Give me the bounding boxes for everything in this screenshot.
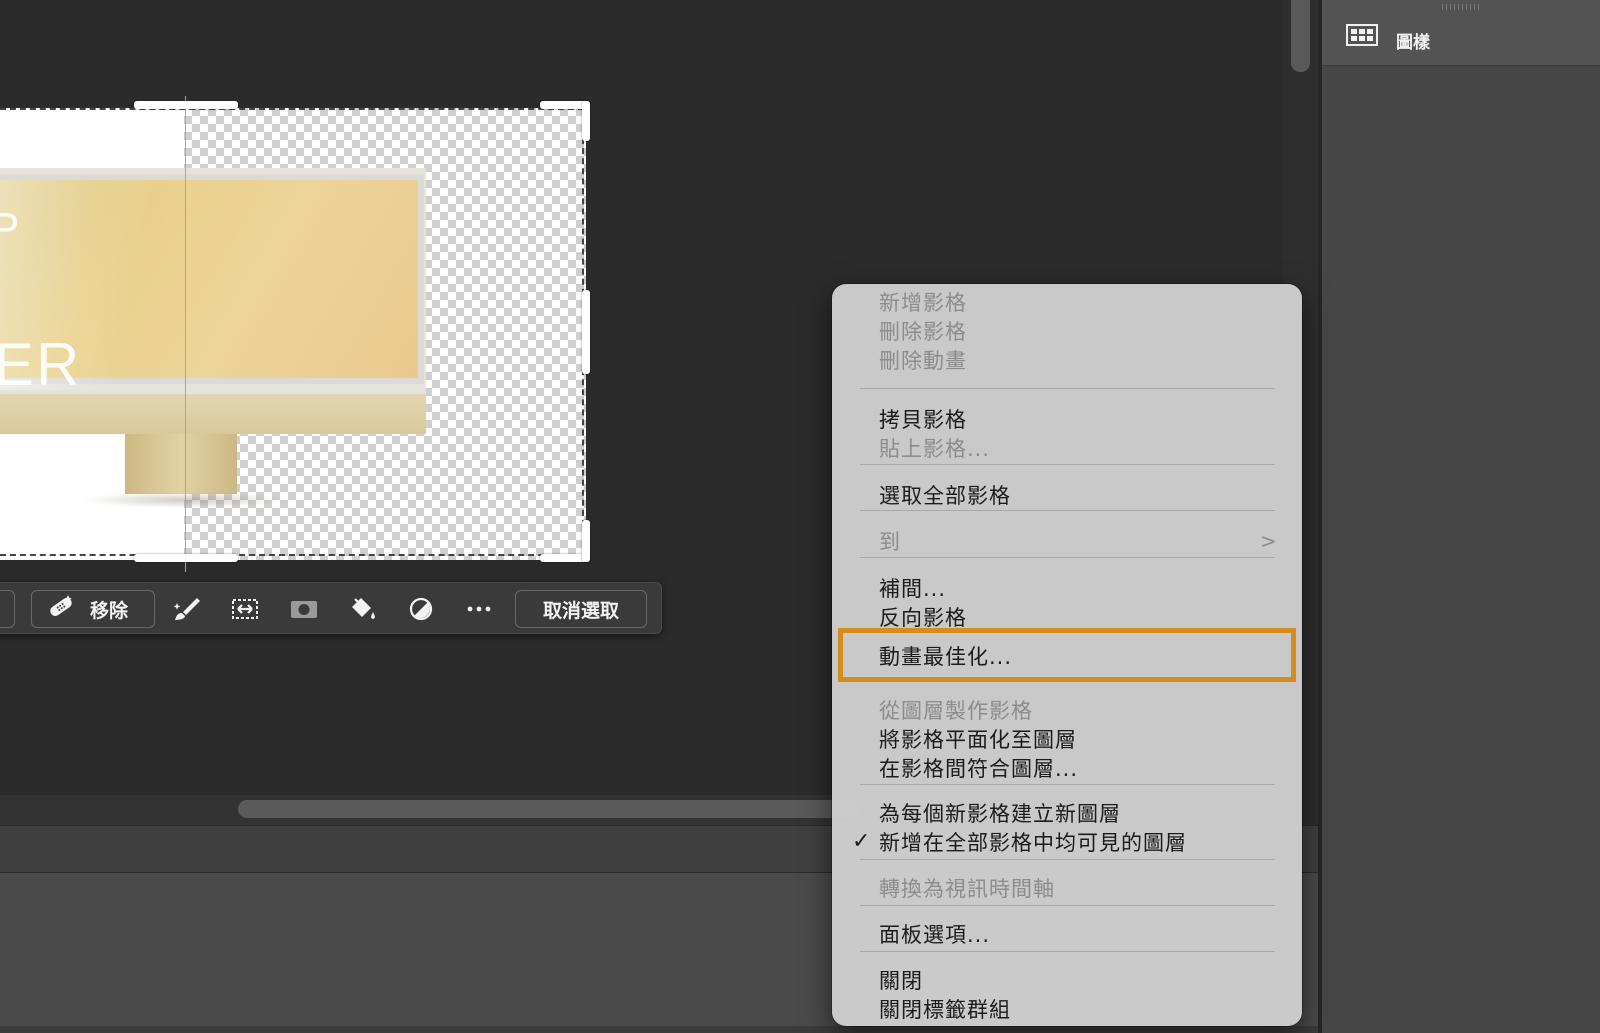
transform-handle-right[interactable] bbox=[582, 290, 590, 374]
menu-item-optimize-animation[interactable]: 動畫最佳化... bbox=[832, 641, 1302, 670]
patterns-panel-label: 圖樣 bbox=[1396, 33, 1430, 53]
monitor-chin bbox=[0, 394, 426, 434]
transform-handle-top-right-vertical[interactable] bbox=[582, 101, 590, 141]
menu-separator bbox=[860, 510, 1275, 511]
transform-handle-top[interactable] bbox=[134, 101, 238, 109]
menu-separator bbox=[860, 951, 1275, 952]
bandage-icon bbox=[46, 593, 76, 625]
menu-item-reverse-frames[interactable]: 反向影格 bbox=[832, 602, 1302, 631]
more-icon[interactable] bbox=[463, 595, 495, 623]
menu-item-label: 從圖層製作影格 bbox=[879, 698, 1033, 723]
menu-item-match-layer-across-frames[interactable]: 在影格間符合圖層... bbox=[832, 753, 1302, 782]
monitor-stand bbox=[125, 434, 237, 494]
menu-item-label: 關閉標籤群組 bbox=[879, 997, 1011, 1022]
monitor-screen: P ER bbox=[0, 174, 424, 398]
pattern-icon bbox=[1346, 24, 1378, 48]
fill-bucket-icon[interactable] bbox=[346, 595, 378, 623]
right-panel: 圖樣 bbox=[1322, 0, 1600, 1033]
menu-item-label: 動畫最佳化... bbox=[879, 644, 1013, 669]
menu-item-label: 面板選項... bbox=[879, 922, 991, 947]
mask-icon[interactable] bbox=[288, 595, 320, 623]
menu-item-label: 到 bbox=[879, 529, 901, 554]
panel-grip[interactable] bbox=[1442, 4, 1480, 10]
menu-item-panel-options[interactable]: 面板選項... bbox=[832, 919, 1302, 948]
artwork-white-bottom bbox=[0, 504, 184, 560]
menu-item-close-tab-group[interactable]: 關閉標籤群組 bbox=[832, 994, 1302, 1023]
menu-item-create-new-layer-per-frame[interactable]: 為每個新影格建立新圖層 bbox=[832, 798, 1302, 827]
remove-button[interactable]: 移除 bbox=[31, 590, 155, 628]
artwork-layer[interactable]: P ER bbox=[0, 108, 586, 560]
menu-item-label: 新增在全部影格中均可見的圖層 bbox=[879, 830, 1187, 855]
menu-item-label: 刪除影格 bbox=[879, 319, 967, 344]
menu-item-label: 在影格間符合圖層... bbox=[879, 756, 1079, 781]
menu-separator bbox=[860, 784, 1275, 785]
menu-item-paste-frame: 貼上影格... bbox=[832, 433, 1302, 462]
menu-item-label: 拷貝影格 bbox=[879, 407, 967, 432]
menu-item-label: 補間... bbox=[879, 576, 947, 601]
deselect-button[interactable]: 取消選取 bbox=[515, 590, 647, 628]
task-bar-partial-button[interactable] bbox=[0, 590, 15, 628]
menu-item-label: 新增影格 bbox=[879, 290, 967, 315]
menu-item-tween[interactable]: 補間... bbox=[832, 573, 1302, 602]
vertical-scroll-thumb[interactable] bbox=[1291, 0, 1310, 72]
menu-item-delete-frame: 刪除影格 bbox=[832, 316, 1302, 345]
menu-item-select-all-frames[interactable]: 選取全部影格 bbox=[832, 480, 1302, 509]
menu-item-label: 關閉 bbox=[879, 968, 923, 993]
menu-item-new-frame: 新增影格 bbox=[832, 287, 1302, 316]
menu-separator bbox=[860, 388, 1275, 389]
menu-item-flatten-frames-into-layers[interactable]: 將影格平面化至圖層 bbox=[832, 724, 1302, 753]
animation-panel-context-menu: 新增影格 刪除影格 刪除動畫 拷貝影格 貼上影格... 選取全部影格 到 > 補… bbox=[832, 284, 1302, 1026]
artwork-text-top: P bbox=[0, 204, 20, 253]
menu-item-convert-to-video-timeline: 轉換為視訊時間軸 bbox=[832, 873, 1302, 902]
deselect-button-label: 取消選取 bbox=[542, 599, 619, 622]
timeline-bottom-strip bbox=[0, 1026, 1318, 1033]
checkmark-icon: ✓ bbox=[852, 829, 871, 854]
transform-handle-bottom-right-vertical[interactable] bbox=[582, 520, 590, 562]
adjustment-icon[interactable] bbox=[405, 595, 437, 623]
menu-item-new-layers-visible-in-all-frames[interactable]: ✓ 新增在全部影格中均可見的圖層 bbox=[832, 827, 1302, 856]
menu-item-make-frames-from-layers: 從圖層製作影格 bbox=[832, 695, 1302, 724]
menu-separator bbox=[860, 557, 1275, 558]
menu-separator bbox=[860, 464, 1275, 465]
menu-item-close[interactable]: 關閉 bbox=[832, 965, 1302, 994]
contextual-task-bar: 移除 取消選取 bbox=[0, 582, 662, 634]
horizontal-scroll-thumb[interactable] bbox=[238, 800, 858, 818]
menu-item-copy-frame[interactable]: 拷貝影格 bbox=[832, 404, 1302, 433]
menu-item-label: 貼上影格... bbox=[879, 436, 991, 461]
menu-separator bbox=[860, 905, 1275, 906]
transform-icon[interactable] bbox=[229, 595, 261, 623]
chevron-right-icon: > bbox=[1260, 528, 1277, 553]
menu-item-label: 反向影格 bbox=[879, 605, 967, 630]
menu-item-delete-animation: 刪除動畫 bbox=[832, 345, 1302, 374]
remove-button-label: 移除 bbox=[90, 599, 129, 622]
guide-line[interactable] bbox=[185, 96, 186, 572]
menu-item-label: 刪除動畫 bbox=[879, 348, 967, 373]
menu-item-label: 將影格平面化至圖層 bbox=[879, 727, 1077, 752]
menu-item-label: 轉換為視訊時間軸 bbox=[879, 876, 1055, 901]
transform-handle-bottom[interactable] bbox=[134, 554, 238, 562]
menu-item-label: 選取全部影格 bbox=[879, 483, 1011, 508]
brush-icon[interactable] bbox=[171, 595, 203, 623]
artwork-text: ER bbox=[0, 331, 82, 398]
menu-separator bbox=[860, 859, 1275, 860]
menu-item-go-to: 到 > bbox=[832, 526, 1302, 555]
menu-item-label: 為每個新影格建立新圖層 bbox=[879, 801, 1121, 826]
